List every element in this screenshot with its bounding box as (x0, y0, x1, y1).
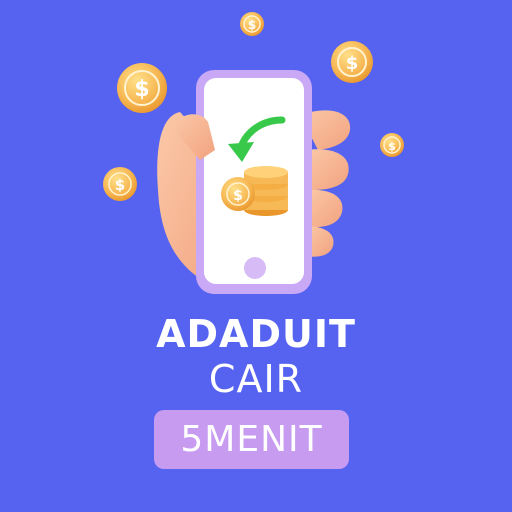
headline-line-1: ADADUIT (156, 312, 356, 356)
time-badge: 5MENIT (154, 410, 349, 469)
coin-icon: $ (117, 63, 167, 113)
coin-icon: $ (380, 133, 404, 157)
time-badge-label: 5MENIT (180, 419, 323, 460)
svg-text:$: $ (115, 176, 125, 194)
svg-text:$: $ (388, 140, 396, 153)
headline-line-2: CAIR (208, 357, 304, 401)
coin-icon: $ (331, 41, 373, 83)
home-button-icon (244, 257, 266, 279)
svg-text:$: $ (346, 53, 359, 74)
svg-text:$: $ (248, 18, 256, 32)
coin-icon: $ (103, 167, 137, 201)
promo-banner: $ $ $ $ $ $ ADADUIT CAIR 5MENIT (0, 0, 512, 512)
svg-text:$: $ (233, 188, 243, 204)
coin-icon: $ (240, 12, 264, 36)
svg-text:$: $ (134, 77, 149, 102)
